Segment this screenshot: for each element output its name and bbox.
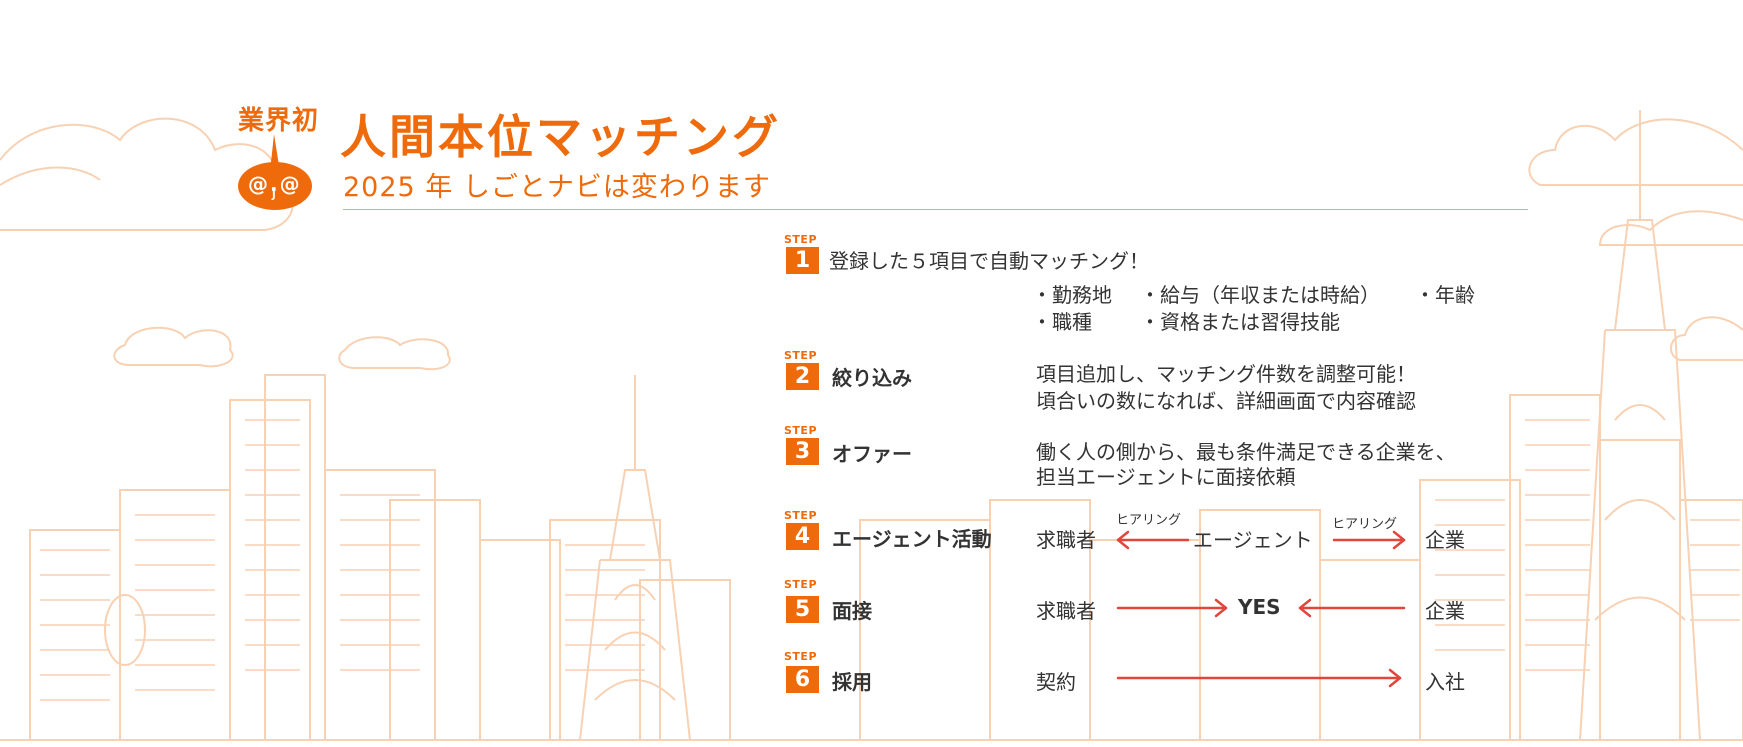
- hearing-label-right: ヒアリング: [1332, 517, 1398, 532]
- step-1-number: 1: [786, 247, 819, 274]
- step-3-label: オファー: [832, 442, 912, 466]
- flow-agent: エージェント: [1193, 528, 1313, 552]
- step-6-number: 6: [786, 666, 819, 693]
- step-3-desc-line: 働く人の側から、最も条件満足できる企業を、: [1036, 440, 1456, 464]
- infographic-banner: 業界初 @.@ J 人間本位マッチング 2025 年 しごとナビは変わります S…: [0, 0, 1743, 747]
- step-5-label: 面接: [832, 599, 872, 623]
- page-subtitle: 2025 年 しごとナビは変わります: [343, 172, 771, 203]
- criteria-bullet: ・資格または習得技能: [1140, 310, 1340, 334]
- header-divider: [343, 209, 1528, 210]
- step-3-number: 3: [786, 438, 819, 465]
- step-4-label: エージェント活動: [832, 527, 992, 551]
- step-1-label: 登録した５項目で自動マッチング！: [829, 249, 1149, 273]
- step-4-number: 4: [786, 523, 819, 550]
- flow-company: 企業: [1425, 528, 1465, 552]
- step-2-tag: STEP: [784, 349, 818, 362]
- step-2-desc-line: 頃合いの数になれば、詳細画面で内容確認: [1036, 389, 1416, 413]
- criteria-bullet: ・勤務地: [1032, 283, 1112, 307]
- step-3-desc-line: 担当エージェントに面接依頼: [1036, 465, 1296, 489]
- step-2-desc-line: 項目追加し、マッチング件数を調整可能！: [1036, 362, 1416, 386]
- criteria-bullet: ・職種: [1032, 310, 1092, 334]
- criteria-bullet: ・給与（年収または時給）: [1140, 283, 1380, 307]
- step-3-tag: STEP: [784, 424, 818, 437]
- step-5-tag: STEP: [784, 578, 818, 591]
- criteria-bullet: ・年齢: [1415, 283, 1475, 307]
- step-6-tag: STEP: [784, 650, 818, 663]
- flow-contract: 契約: [1036, 670, 1076, 694]
- flow-jobseeker: 求職者: [1036, 599, 1096, 623]
- mascot-mouth: J: [272, 190, 276, 201]
- step-1-tag: STEP: [784, 233, 818, 246]
- step-6-label: 採用: [832, 670, 872, 694]
- step-5-number: 5: [786, 596, 819, 623]
- page-title: 人間本位マッチング: [340, 110, 781, 164]
- step-2-label: 絞り込み: [832, 366, 912, 390]
- flow-join-company: 入社: [1425, 670, 1465, 694]
- flow-jobseeker: 求職者: [1036, 528, 1096, 552]
- industry-first-label: 業界初: [238, 106, 320, 136]
- flow-yes: YES: [1238, 595, 1281, 619]
- step-4-tag: STEP: [784, 509, 818, 522]
- flow-company: 企業: [1425, 599, 1465, 623]
- step-2-number: 2: [786, 363, 819, 390]
- hearing-label-left: ヒアリング: [1116, 513, 1182, 528]
